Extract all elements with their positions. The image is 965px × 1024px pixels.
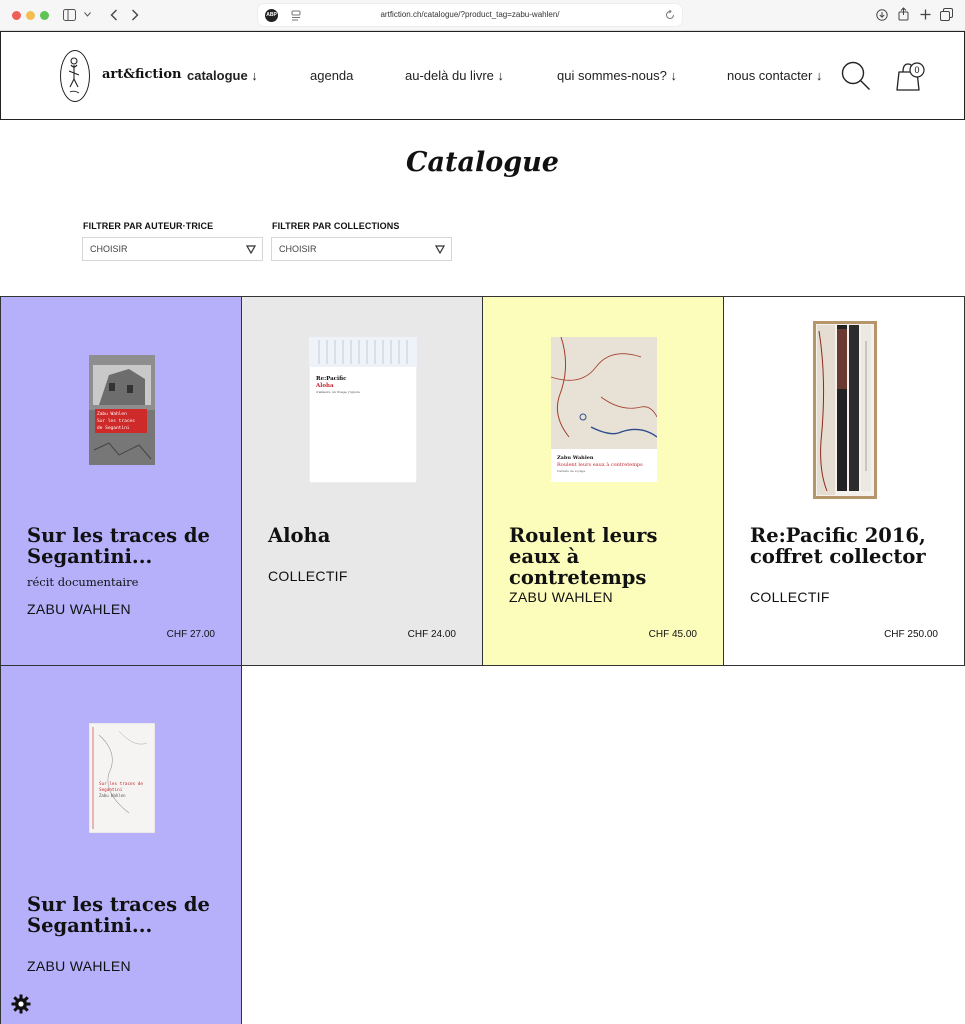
product-price: CHF 250.00 xyxy=(884,629,938,640)
adblock-extension-icon[interactable]: ABP xyxy=(265,9,278,22)
product-price: CHF 24.00 xyxy=(407,629,456,640)
product-card[interactable]: Zabu Wahlen Roulent leurs eaux à contret… xyxy=(482,296,724,666)
cover-subtitle: d'ailleurs, un rivage, j'ignore xyxy=(316,390,360,394)
search-icon[interactable] xyxy=(841,61,871,91)
author-filter-select[interactable]: CHOISIR xyxy=(82,237,263,261)
collection-filter-value: CHOISIR xyxy=(279,244,317,254)
cover-author: Zabu Wahlen xyxy=(99,793,126,798)
cover-title: Aloha xyxy=(315,383,334,389)
cover-title-line: Sur les traces de xyxy=(99,781,143,787)
book-cover-image[interactable]: Re:Pacific Aloha d'ailleurs, un rivage, … xyxy=(309,337,417,483)
nav-qui-sommes-nous[interactable]: qui sommes-nous? ↓ xyxy=(557,68,677,83)
author-filter-label: FILTRER PAR AUTEUR·TRICE xyxy=(83,221,214,231)
triangle-down-icon xyxy=(435,245,445,254)
author-filter-value: CHOISIR xyxy=(90,244,128,254)
triangle-down-icon xyxy=(246,245,256,254)
gear-icon[interactable] xyxy=(11,994,31,1014)
browser-toolbar: artfiction.ch/catalogue/?product_tag=zab… xyxy=(0,0,965,31)
product-author[interactable]: COLLECTIF xyxy=(268,568,348,584)
nav-au-dela-du-livre[interactable]: au-delà du livre ↓ xyxy=(405,68,504,83)
product-card[interactable]: Re:Pacific 2016, coffret collector COLLE… xyxy=(723,296,965,666)
chevron-down-icon[interactable] xyxy=(84,12,91,17)
site-logo[interactable] xyxy=(60,50,90,102)
product-title[interactable]: Aloha xyxy=(268,525,468,546)
product-author[interactable]: ZABU WAHLEN xyxy=(509,589,613,605)
collection-filter-label: FILTRER PAR COLLECTIONS xyxy=(272,221,400,231)
cover-title-line: Sur les traces xyxy=(97,418,135,424)
book-cover-image[interactable]: Zabu Wahlen Sur les traces de Segantini xyxy=(89,355,155,465)
url-text[interactable]: artfiction.ch/catalogue/?product_tag=zab… xyxy=(258,4,682,26)
nav-nous-contacter[interactable]: nous contacter ↓ xyxy=(727,68,822,83)
reload-icon[interactable] xyxy=(665,10,675,20)
product-price: CHF 45.00 xyxy=(648,629,697,640)
product-title[interactable]: Roulent leurs eaux à contretemps xyxy=(509,525,709,588)
collection-filter-select[interactable]: CHOISIR xyxy=(271,237,452,261)
minimize-window-button[interactable] xyxy=(26,11,35,20)
page-title: Catalogue xyxy=(406,147,559,178)
product-title[interactable]: Sur les traces de Segantini... xyxy=(27,525,227,567)
cover-title: Roulent leurs eaux à contretemps xyxy=(557,461,643,468)
cover-series: Re:Pacific xyxy=(316,376,347,382)
cart-button[interactable]: 0 xyxy=(895,60,929,92)
product-title[interactable]: Sur les traces de Segantini... xyxy=(27,894,227,936)
product-card[interactable]: Re:Pacific Aloha d'ailleurs, un rivage, … xyxy=(241,296,483,666)
product-card[interactable]: Zabu Wahlen Sur les traces de Segantini … xyxy=(0,296,242,666)
tabs-icon[interactable] xyxy=(940,8,953,21)
cover-subtitle: Carnets de voyage xyxy=(557,469,585,473)
nav-agenda[interactable]: agenda xyxy=(310,68,353,83)
cover-author: Zabu Wahlen xyxy=(97,411,127,417)
site-header: art&fiction catalogue ↓ agenda au-delà d… xyxy=(0,31,965,120)
share-icon[interactable] xyxy=(898,7,909,21)
sidebar-icon[interactable] xyxy=(63,9,76,21)
product-author[interactable]: ZABU WAHLEN xyxy=(27,601,131,617)
product-card[interactable]: Sur les traces de Segantini Zabu Wahlen … xyxy=(0,665,242,1024)
brand-name[interactable]: art&fiction xyxy=(102,67,181,82)
product-price: CHF 27.00 xyxy=(166,629,215,640)
book-cover-image[interactable]: Zabu Wahlen Roulent leurs eaux à contret… xyxy=(551,337,657,482)
shopping-bag-icon xyxy=(896,62,925,91)
cart-count: 0 xyxy=(914,65,920,75)
box-set-image[interactable] xyxy=(813,321,877,499)
product-author[interactable]: ZABU WAHLEN xyxy=(27,958,131,974)
nav-catalogue[interactable]: catalogue ↓ xyxy=(187,68,258,83)
reader-icon[interactable] xyxy=(291,10,301,21)
cover-author: Zabu Wahlen xyxy=(557,455,594,461)
forward-icon[interactable] xyxy=(131,9,139,21)
maximize-window-button[interactable] xyxy=(40,11,49,20)
close-window-button[interactable] xyxy=(12,11,21,20)
address-bar[interactable]: artfiction.ch/catalogue/?product_tag=zab… xyxy=(258,4,682,26)
download-icon[interactable] xyxy=(876,9,888,21)
cover-title-line: de Segantini xyxy=(97,425,130,431)
product-subtitle: récit documentaire xyxy=(27,575,139,589)
product-title[interactable]: Re:Pacific 2016, coffret collector xyxy=(750,525,950,567)
back-icon[interactable] xyxy=(110,9,118,21)
product-author[interactable]: COLLECTIF xyxy=(750,589,830,605)
book-cover-image[interactable]: Sur les traces de Segantini Zabu Wahlen xyxy=(89,723,155,833)
new-tab-icon[interactable] xyxy=(920,9,931,20)
logo-figure-icon xyxy=(68,57,80,94)
